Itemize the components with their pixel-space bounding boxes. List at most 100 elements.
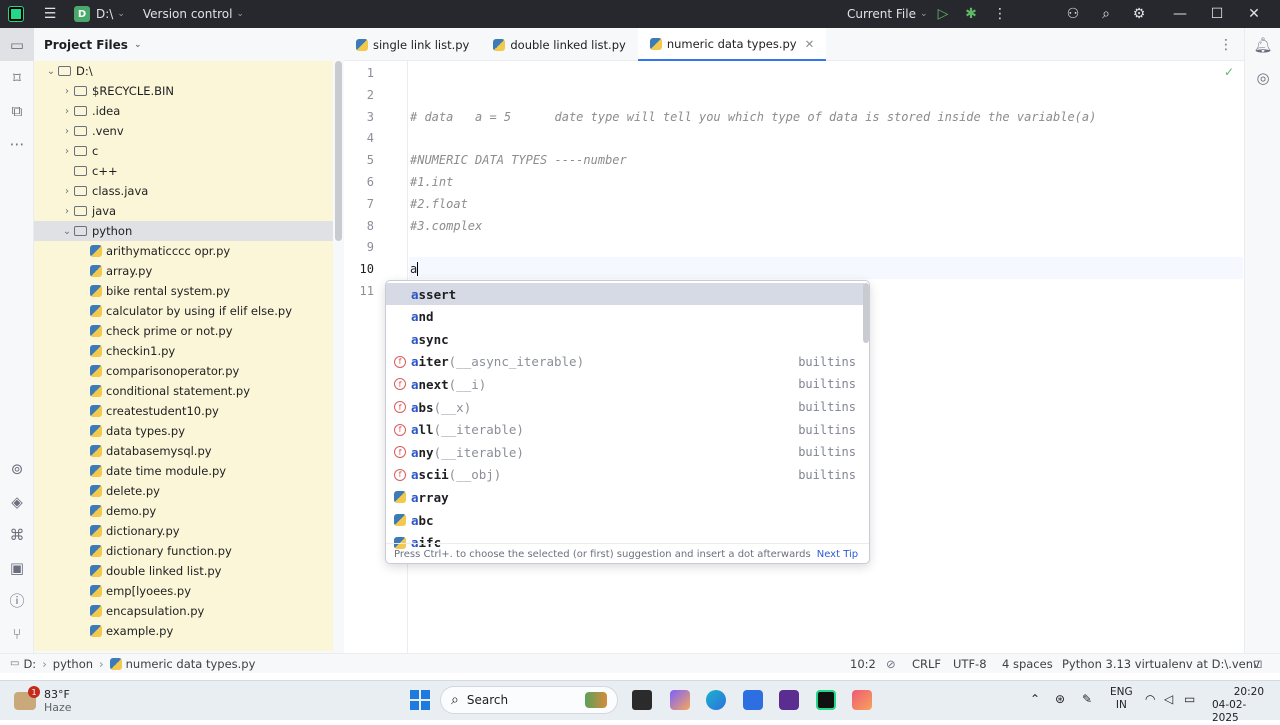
edge-browser-icon[interactable] <box>706 690 726 710</box>
tray-pen-icon[interactable]: ✎ <box>1082 692 1092 706</box>
chevron-right-icon[interactable]: › <box>60 86 74 97</box>
tree-folder-item[interactable]: ⌄ D:\ <box>34 61 333 81</box>
completion-item[interactable]: f abs(__x) builtins <box>386 396 864 418</box>
project-selector[interactable]: D D:\ ⌄ <box>74 0 125 28</box>
tree-file-item[interactable]: dictionary.py <box>34 521 333 541</box>
lock-icon[interactable]: ⊡ <box>1253 654 1263 674</box>
structure-icon[interactable]: ⧉ <box>0 94 34 127</box>
completion-item[interactable]: assert <box>386 283 864 305</box>
indent-setting[interactable]: 4 spaces <box>1002 654 1053 674</box>
chevron-down-icon[interactable]: ⌄ <box>60 226 74 237</box>
line-separator[interactable]: CRLF <box>912 654 941 674</box>
breadcrumb-file[interactable]: numeric data types.py <box>126 657 256 671</box>
ai-assistant-icon[interactable]: ◎ <box>1245 61 1280 94</box>
settings-gear-icon[interactable]: ⚙ <box>1125 0 1153 28</box>
main-menu-icon[interactable]: ☰ <box>32 0 68 28</box>
readonly-toggle-icon[interactable]: ⊘ <box>886 654 896 674</box>
project-folder-icon[interactable]: ▭ <box>0 28 34 61</box>
battery-icon[interactable]: ▭ <box>1184 692 1195 706</box>
microsoft-store-icon[interactable] <box>743 690 763 710</box>
project-panel-header[interactable]: Project Files ⌄ <box>34 28 344 61</box>
visual-studio-icon[interactable] <box>779 690 799 710</box>
copilot-icon[interactable] <box>670 690 690 710</box>
git-icon[interactable]: ⑂ <box>0 617 34 650</box>
tree-folder-item[interactable]: › .venv <box>34 121 333 141</box>
tree-folder-item[interactable]: c++ <box>34 161 333 181</box>
minimize-icon[interactable]: — <box>1166 0 1194 28</box>
show-hidden-icons[interactable]: ⌃ <box>1030 692 1040 706</box>
chevron-down-icon[interactable]: ⌄ <box>44 66 58 77</box>
language-indicator[interactable]: ENG IN <box>1110 686 1133 712</box>
tree-folder-item[interactable]: › java <box>34 201 333 221</box>
tree-folder-item[interactable]: ⌄ python <box>34 221 333 241</box>
run-icon[interactable]: ▷ <box>929 0 957 28</box>
tree-file-item[interactable]: check prime or not.py <box>34 321 333 341</box>
tree-file-item[interactable]: array.py <box>34 261 333 281</box>
chevron-right-icon[interactable]: › <box>60 186 74 197</box>
completion-item[interactable]: f all(__iterable) builtins <box>386 419 864 441</box>
chevron-right-icon[interactable]: › <box>60 106 74 117</box>
tree-file-item[interactable]: delete.py <box>34 481 333 501</box>
snipping-tool-icon[interactable] <box>852 690 872 710</box>
tree-file-item[interactable]: checkin1.py <box>34 341 333 361</box>
completion-item[interactable]: abc <box>386 509 864 531</box>
layers-icon[interactable]: ◈ <box>0 485 34 518</box>
tree-file-item[interactable]: demo.py <box>34 501 333 521</box>
tree-file-item[interactable]: conditional statement.py <box>34 381 333 401</box>
tree-file-item[interactable]: createstudent10.py <box>34 401 333 421</box>
notifications-bell-icon[interactable]: 🔔︎ <box>1245 28 1280 61</box>
weather-widget[interactable]: 1 83°F Haze <box>14 686 72 714</box>
search-icon[interactable]: ⌕ <box>1092 0 1120 28</box>
tree-file-item[interactable]: encapsulation.py <box>34 601 333 621</box>
editor-tab[interactable]: single link list.py <box>344 28 481 61</box>
tree-file-item[interactable]: calculator by using if elif else.py <box>34 301 333 321</box>
python-console-icon[interactable]: ⌘ <box>0 518 34 551</box>
close-tab-icon[interactable]: ✕ <box>805 37 815 51</box>
tree-file-item[interactable]: data types.py <box>34 421 333 441</box>
tab-options-icon[interactable]: ⋮ <box>1212 31 1240 59</box>
tree-file-item[interactable]: arithymaticccc opr.py <box>34 241 333 261</box>
completion-item[interactable]: and <box>386 306 864 328</box>
breadcrumb-folder[interactable]: python <box>53 657 93 671</box>
terminal-icon[interactable]: ▣ <box>0 551 34 584</box>
more-actions-icon[interactable]: ⋮ <box>986 0 1014 28</box>
tree-folder-item[interactable]: › c <box>34 141 333 161</box>
add-user-icon[interactable]: ⚇ <box>1059 0 1087 28</box>
problems-icon[interactable]: ⓘ <box>0 584 34 617</box>
tree-file-item[interactable]: emp[lyoees.py <box>34 581 333 601</box>
completion-item[interactable]: f any(__iterable) builtins <box>386 441 864 463</box>
completion-item[interactable]: f anext(__i) builtins <box>386 373 864 395</box>
breadcrumb-drive[interactable]: D: <box>23 657 36 671</box>
cursor-position[interactable]: 10:2 <box>850 654 876 674</box>
tree-file-item[interactable]: databasemysql.py <box>34 441 333 461</box>
tree-file-item[interactable]: dictionary function.py <box>34 541 333 561</box>
editor-tab[interactable]: double linked list.py <box>481 28 637 61</box>
chevron-right-icon[interactable]: › <box>60 146 74 157</box>
completion-scrollbar[interactable] <box>863 283 869 343</box>
tree-folder-item[interactable]: › .idea <box>34 101 333 121</box>
chevron-right-icon[interactable]: › <box>60 206 74 217</box>
tree-file-item[interactable]: comparisonoperator.py <box>34 361 333 381</box>
tree-file-item[interactable]: double linked list.py <box>34 561 333 581</box>
pycharm-icon[interactable] <box>816 690 836 710</box>
tree-file-item[interactable]: bike rental system.py <box>34 281 333 301</box>
tree-file-item[interactable]: date time module.py <box>34 461 333 481</box>
clock[interactable]: 20:20 04-02-2025 <box>1212 686 1264 725</box>
tree-file-item[interactable]: example.py <box>34 621 333 641</box>
python-packages-icon[interactable]: ⊚ <box>0 452 34 485</box>
completion-item[interactable]: f aiter(__async_iterable) builtins <box>386 351 864 373</box>
debug-icon[interactable]: ✱ <box>957 0 985 28</box>
file-encoding[interactable]: UTF-8 <box>953 654 987 674</box>
completion-item[interactable]: f ascii(__obj) builtins <box>386 464 864 486</box>
volume-icon[interactable]: ◁ <box>1164 692 1173 706</box>
tray-app-icon[interactable]: ⊛ <box>1055 692 1065 706</box>
more-tools-icon[interactable]: ⋯ <box>0 127 34 160</box>
completion-item[interactable]: array <box>386 486 864 508</box>
run-config-selector[interactable]: Current File ⌄ <box>847 0 928 28</box>
maximize-icon[interactable]: ☐ <box>1203 0 1231 28</box>
close-icon[interactable]: ✕ <box>1240 0 1268 28</box>
tree-scrollbar[interactable] <box>335 61 342 241</box>
tree-folder-item[interactable]: › $RECYCLE.BIN <box>34 81 333 101</box>
task-view-icon[interactable] <box>632 690 652 710</box>
next-tip-link[interactable]: Next Tip <box>817 549 858 560</box>
